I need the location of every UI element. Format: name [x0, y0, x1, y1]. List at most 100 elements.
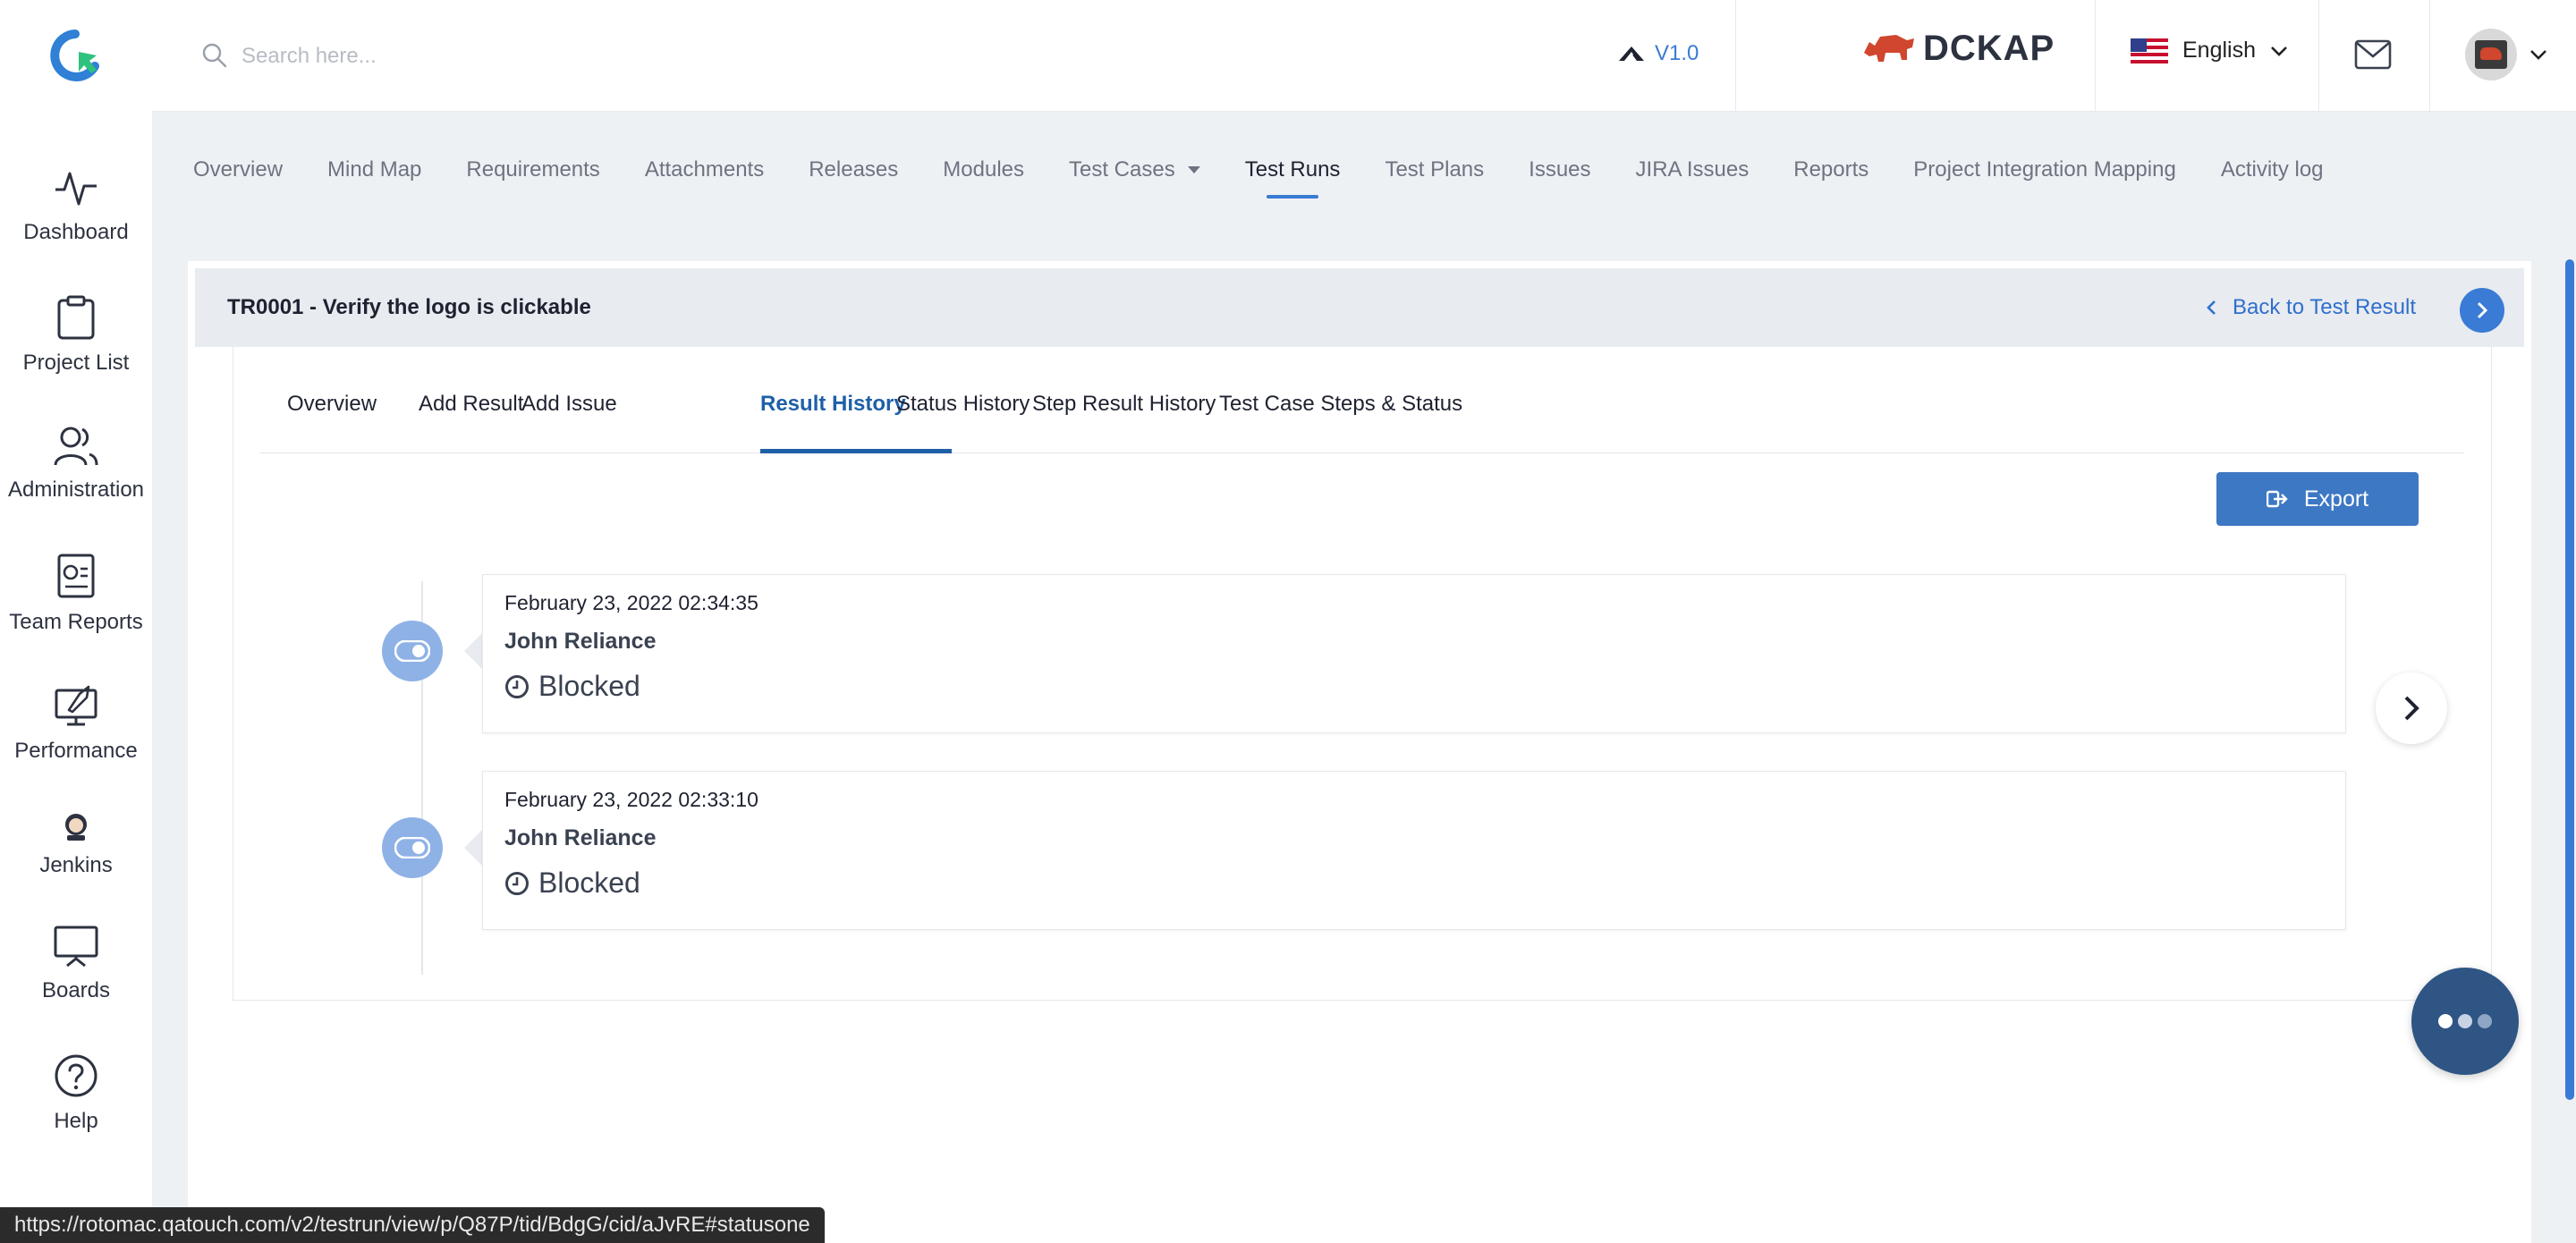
sidebar-item-label: Team Reports [9, 610, 143, 634]
timeline-arrow [464, 830, 482, 866]
tab-status-history[interactable]: Status History [896, 392, 1030, 417]
caret-down-icon [1187, 166, 1200, 173]
sidebar-item-team-reports[interactable]: Team Reports [0, 553, 152, 635]
rhino-icon [1864, 34, 1914, 62]
active-tab-indicator [760, 449, 952, 453]
timeline-arrow [464, 633, 482, 669]
nav-releases[interactable]: Releases [809, 157, 898, 182]
sidebar-item-boards[interactable]: Boards [0, 925, 152, 1003]
export-label: Export [2303, 486, 2369, 512]
entry-status-label: Blocked [538, 670, 640, 702]
chevron-right-icon [2404, 696, 2419, 721]
brand-logo: DCKAP [1860, 29, 2055, 69]
clock-icon [505, 674, 529, 698]
activity-icon [55, 172, 97, 206]
history-entry: February 23, 2022 02:33:10 John Reliance… [482, 771, 2346, 930]
back-label: Back to Test Result [2233, 295, 2416, 319]
test-run-card: TR0001 - Verify the logo is clickable Ba… [188, 261, 2531, 1243]
tab-overview[interactable]: Overview [287, 392, 377, 417]
nav-project-integration-mapping[interactable]: Project Integration Mapping [1913, 157, 2176, 182]
version-icon [1619, 47, 1644, 61]
tab-add-result[interactable]: Add Result [419, 392, 523, 417]
board-icon [54, 926, 98, 968]
nav-overview[interactable]: Overview [193, 157, 283, 182]
us-flag-icon [2131, 38, 2168, 63]
clock-icon [505, 871, 529, 895]
history-next-button[interactable] [2376, 672, 2447, 744]
sidebar-item-dashboard[interactable]: Dashboard [0, 166, 152, 245]
language-selector[interactable]: English [2131, 38, 2288, 63]
result-history-panel: Overview Add Result Add Issue Result His… [233, 347, 2492, 1001]
module-nav: Overview Mind Map Requirements Attachmen… [193, 157, 2368, 199]
nav-requirements[interactable]: Requirements [466, 157, 599, 182]
help-icon [55, 1054, 97, 1097]
sidebar-item-label: Boards [41, 978, 111, 1002]
nav-test-runs[interactable]: Test Runs [1245, 157, 1340, 199]
search-input[interactable] [240, 36, 780, 77]
entry-user: John Reliance [504, 629, 657, 654]
toggle-icon [394, 837, 430, 858]
back-to-test-result-link[interactable]: Back to Test Result [2206, 295, 2416, 320]
nav-issues[interactable]: Issues [1529, 157, 1590, 182]
entry-user: John Reliance [504, 825, 657, 850]
app-logo[interactable] [48, 29, 102, 82]
nav-test-plans[interactable]: Test Plans [1385, 157, 1484, 182]
entry-status: Blocked [504, 867, 640, 900]
scrollbar[interactable] [2565, 259, 2574, 1100]
test-run-tabs: Overview Add Result Add Issue Result His… [260, 347, 2464, 453]
export-button[interactable]: Export [2216, 472, 2419, 526]
report-icon [57, 554, 95, 598]
header-divider [1735, 0, 1736, 111]
top-header: V1.0 DCKAP English [0, 0, 2576, 112]
chevron-right-icon [2477, 301, 2488, 319]
nav-activity-log[interactable]: Activity log [2221, 157, 2324, 182]
tab-test-case-steps-status[interactable]: Test Case Steps & Status [1219, 392, 1462, 417]
chat-dot [2438, 1014, 2453, 1028]
tab-result-history[interactable]: Result History [760, 392, 906, 417]
chat-widget-button[interactable] [2411, 968, 2519, 1075]
sidebar-item-label: Dashboard [23, 220, 129, 244]
entry-date: February 23, 2022 02:34:35 [504, 591, 758, 614]
mail-icon[interactable] [2354, 39, 2392, 70]
nav-test-cases-label: Test Cases [1069, 157, 1175, 182]
jenkins-icon [65, 814, 87, 841]
chevron-down-icon [2530, 50, 2546, 60]
nav-mind-map[interactable]: Mind Map [327, 157, 421, 182]
user-menu[interactable] [2465, 29, 2547, 80]
header-divider [2095, 0, 2096, 111]
sidebar-item-help[interactable]: Help [0, 1053, 152, 1134]
sidebar: Dashboard Project List Administration Te… [0, 111, 152, 1243]
users-icon [54, 427, 98, 466]
version-badge[interactable]: V1.0 [1617, 41, 1699, 66]
history-entry: February 23, 2022 02:34:35 John Reliance… [482, 574, 2346, 733]
sidebar-item-label: Project List [22, 351, 130, 375]
performance-icon [55, 685, 97, 726]
search-icon [202, 43, 227, 68]
test-run-header: TR0001 - Verify the logo is clickable Ba… [195, 268, 2524, 347]
clipboard-icon [57, 295, 95, 340]
language-label: English [2182, 38, 2256, 63]
tab-step-result-history[interactable]: Step Result History [1032, 392, 1216, 417]
chat-dot [2458, 1014, 2472, 1028]
sidebar-item-label: Administration [7, 478, 145, 502]
brand-name: DCKAP [1923, 29, 2055, 68]
nav-modules[interactable]: Modules [943, 157, 1024, 182]
tab-add-issue[interactable]: Add Issue [521, 392, 617, 417]
sidebar-item-jenkins[interactable]: Jenkins [0, 810, 152, 878]
export-icon [2266, 490, 2288, 508]
timeline-dot [382, 621, 443, 681]
sidebar-item-administration[interactable]: Administration [0, 426, 152, 503]
nav-reports[interactable]: Reports [1793, 157, 1868, 182]
sidebar-item-label: Performance [14, 739, 138, 763]
nav-jira-issues[interactable]: JIRA Issues [1636, 157, 1750, 182]
nav-attachments[interactable]: Attachments [645, 157, 764, 182]
sidebar-item-project-list[interactable]: Project List [0, 295, 152, 376]
version-text: V1.0 [1655, 41, 1699, 65]
link-preview-status: https://rotomac.qatouch.com/v2/testrun/v… [0, 1207, 825, 1243]
nav-test-cases[interactable]: Test Cases [1069, 157, 1200, 182]
header-divider [2318, 0, 2319, 111]
entry-date: February 23, 2022 02:33:10 [504, 788, 758, 811]
sidebar-item-label: Help [54, 1109, 98, 1133]
next-button[interactable] [2460, 288, 2504, 333]
sidebar-item-performance[interactable]: Performance [0, 681, 152, 764]
